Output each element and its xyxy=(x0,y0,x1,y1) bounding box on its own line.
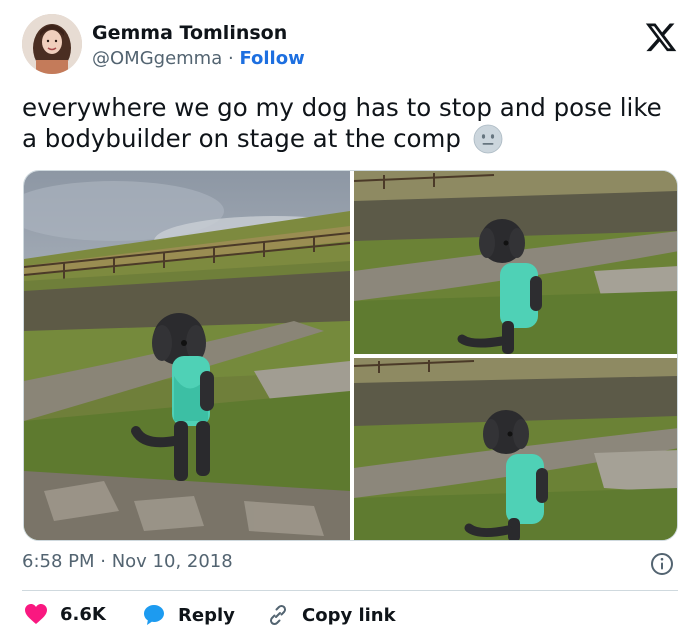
heart-icon xyxy=(25,604,47,624)
tweet-media-grid[interactable] xyxy=(23,170,678,541)
tweet-text: everywhere we go my dog has to stop and … xyxy=(22,92,672,154)
reply-button[interactable]: Reply xyxy=(142,603,235,627)
dog-photo-2[interactable] xyxy=(354,171,677,354)
divider xyxy=(22,590,678,591)
x-logo-icon[interactable] xyxy=(644,20,678,54)
copy-link-label: Copy link xyxy=(302,604,396,626)
follow-button[interactable]: Follow xyxy=(239,48,304,69)
tweet-body: everywhere we go my dog has to stop and … xyxy=(22,93,662,153)
copy-link-button[interactable]: Copy link xyxy=(266,603,396,627)
author-handle-row: @OMGgemma · Follow xyxy=(92,48,305,69)
dog-photo-1[interactable] xyxy=(24,171,350,540)
avatar[interactable] xyxy=(22,14,82,74)
reply-bubble-icon xyxy=(144,605,164,625)
tweet-timestamp[interactable]: 6:58 PM · Nov 10, 2018 xyxy=(22,551,233,572)
like-button[interactable]: 6.6K xyxy=(24,603,106,625)
author-name[interactable]: Gemma Tomlinson xyxy=(92,22,287,44)
reply-label: Reply xyxy=(178,604,235,626)
dog-photo-3[interactable] xyxy=(354,358,677,540)
link-icon xyxy=(269,604,287,626)
author-handle[interactable]: @OMGgemma xyxy=(92,48,222,69)
neutral-face-emoji-icon xyxy=(473,124,503,154)
likes-count: 6.6K xyxy=(60,603,106,625)
info-icon[interactable] xyxy=(650,552,674,576)
handle-separator: · xyxy=(227,48,234,69)
